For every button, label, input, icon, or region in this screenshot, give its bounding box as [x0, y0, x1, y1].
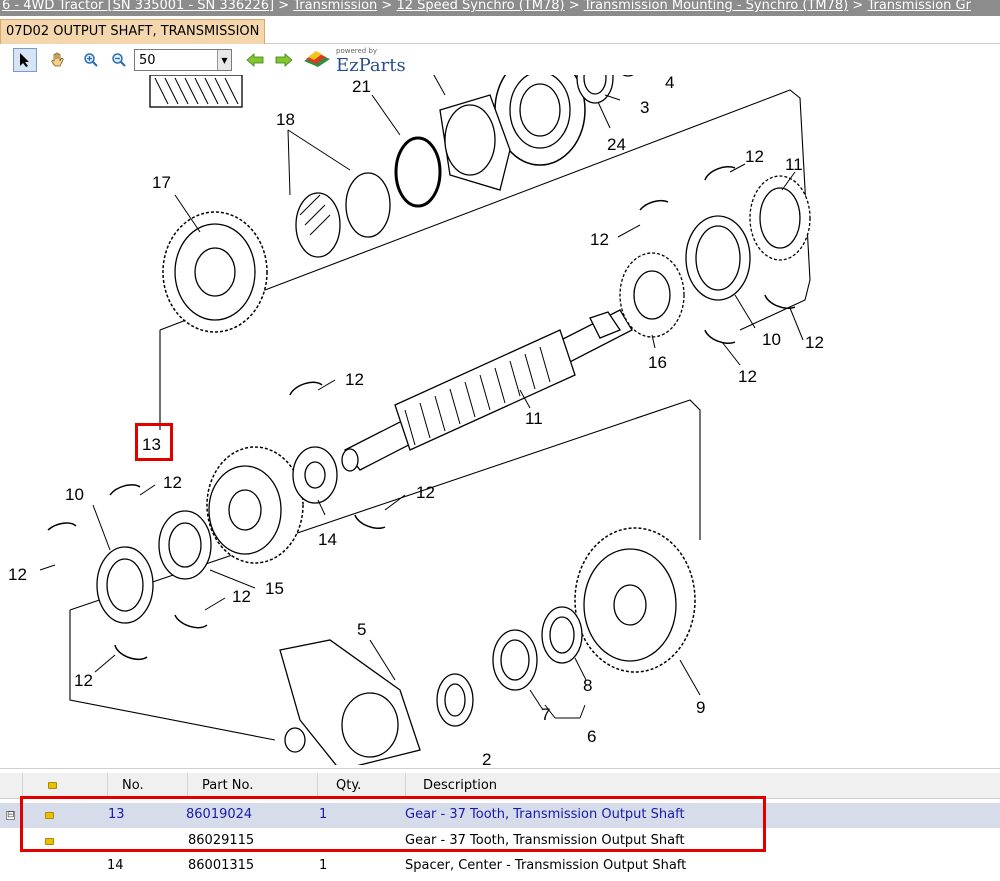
bearing-8[interactable]	[541, 606, 583, 664]
callout-11[interactable]: 11	[525, 409, 543, 428]
parts-diagram[interactable]: 22 21 18 17 4 3 24 12 11 12 10 12 16 12 …	[0, 75, 1000, 765]
spacer-14[interactable]	[292, 446, 338, 504]
gear-16[interactable]	[619, 252, 685, 338]
callout-17[interactable]: 17	[152, 173, 171, 192]
callout-4[interactable]: 4	[665, 75, 674, 92]
breadcrumb-item-synchro[interactable]: 12 Speed Synchro (TM78)	[396, 0, 564, 13]
header-expander	[0, 773, 22, 799]
callout-12[interactable]: 12	[345, 370, 364, 389]
zoom-out-icon[interactable]	[107, 48, 131, 72]
gear-13[interactable]	[206, 446, 304, 564]
seal-2[interactable]	[436, 673, 474, 727]
callout-12[interactable]: 12	[590, 230, 609, 249]
zoom-in-icon[interactable]	[79, 48, 103, 72]
selected-rows-highlight	[20, 796, 766, 852]
breadcrumb-item-tractor[interactable]: 6 - 4WD Tractor [SN 335001 - SN 336226]	[2, 0, 274, 13]
cell-part-no: 86001315	[188, 858, 255, 873]
callout-3[interactable]: 3	[640, 98, 649, 117]
callout-15[interactable]: 15	[265, 579, 284, 598]
logo-name: EzParts	[336, 55, 406, 76]
callout-9[interactable]: 9	[696, 698, 705, 717]
zoom-level-input[interactable]	[135, 50, 217, 70]
seal-4[interactable]	[576, 75, 640, 104]
bearing-cup-7[interactable]	[492, 629, 538, 691]
callout-2[interactable]: 2	[482, 750, 491, 765]
back-arrow-icon[interactable]	[243, 48, 267, 72]
synchro-ring-10-top[interactable]	[685, 215, 751, 301]
breadcrumb-separator: >	[278, 0, 290, 13]
callout-12[interactable]: 12	[745, 147, 764, 166]
bearing-cup-18[interactable]	[295, 172, 391, 258]
cell-no: 14	[107, 858, 124, 873]
synchro-hub-11-top[interactable]	[749, 175, 811, 261]
gear-9[interactable]	[574, 527, 696, 673]
callout-21[interactable]: 21	[352, 77, 371, 96]
callout-12[interactable]: 12	[8, 565, 27, 584]
housing-fragment	[149, 75, 243, 108]
pan-hand-icon[interactable]	[45, 48, 69, 72]
callout-12[interactable]: 12	[163, 473, 182, 492]
callout-10[interactable]: 10	[762, 330, 781, 349]
selected-callout-highlight	[135, 423, 173, 461]
breadcrumb-item-mounting[interactable]: Transmission Mounting - Synchro (TM78)	[584, 0, 848, 13]
breadcrumb-separator: >	[568, 0, 580, 13]
callout-10[interactable]: 10	[65, 485, 84, 504]
callout-12[interactable]: 12	[805, 333, 824, 352]
tab-bar: 07D02 OUTPUT SHAFT, TRANSMISSION	[0, 16, 1000, 44]
logo-powered-by: powered by	[336, 47, 378, 55]
callout-12[interactable]: 12	[416, 483, 435, 502]
cell-description: Spacer, Center - Transmission Output Sha…	[405, 858, 687, 873]
bearing-15[interactable]	[158, 510, 212, 580]
breadcrumb-item-transmission[interactable]: Transmission	[293, 0, 377, 13]
synchro-ring-10-left[interactable]	[96, 546, 154, 624]
diagram-toolbar: ▼ powered by EzParts	[0, 45, 420, 76]
note-icon	[48, 782, 57, 789]
table-row[interactable]: 14 86001315 1 Spacer, Center - Transmiss…	[0, 854, 1000, 879]
callout-18[interactable]: 18	[276, 110, 295, 129]
callout-16[interactable]: 16	[648, 353, 667, 372]
callout-12[interactable]: 12	[74, 671, 93, 690]
breadcrumb: 6 - 4WD Tractor [SN 335001 - SN 336226] …	[0, 0, 1000, 16]
collapse-icon[interactable]: ⊟	[6, 811, 15, 820]
callout-11[interactable]: 11	[785, 155, 803, 174]
callout-6[interactable]: 6	[587, 727, 596, 746]
gear-17[interactable]	[162, 211, 268, 333]
o-ring-21[interactable]	[394, 136, 442, 208]
ezparts-logo: powered by EzParts	[302, 47, 412, 76]
cell-qty: 1	[319, 858, 328, 873]
breadcrumb-item-gears[interactable]: Transmission Gr	[867, 0, 971, 13]
pointer-icon[interactable]	[13, 48, 37, 72]
flange-yoke[interactable]	[279, 639, 421, 765]
callout-12[interactable]: 12	[232, 587, 251, 606]
callout-12[interactable]: 12	[738, 367, 757, 386]
chevron-down-icon[interactable]: ▼	[217, 50, 231, 70]
callout-14[interactable]: 14	[318, 530, 337, 549]
forward-arrow-icon[interactable]	[272, 48, 296, 72]
callout-5[interactable]: 5	[357, 620, 366, 639]
callout-24[interactable]: 24	[607, 135, 626, 154]
breadcrumb-separator: >	[381, 0, 393, 13]
breadcrumb-separator: >	[852, 0, 864, 13]
zoom-level-select[interactable]: ▼	[134, 49, 232, 71]
output-shaft[interactable]	[341, 309, 633, 472]
callout-7[interactable]: 7	[541, 705, 550, 724]
tab-output-shaft[interactable]: 07D02 OUTPUT SHAFT, TRANSMISSION	[0, 19, 266, 44]
callout-8[interactable]: 8	[583, 676, 592, 695]
